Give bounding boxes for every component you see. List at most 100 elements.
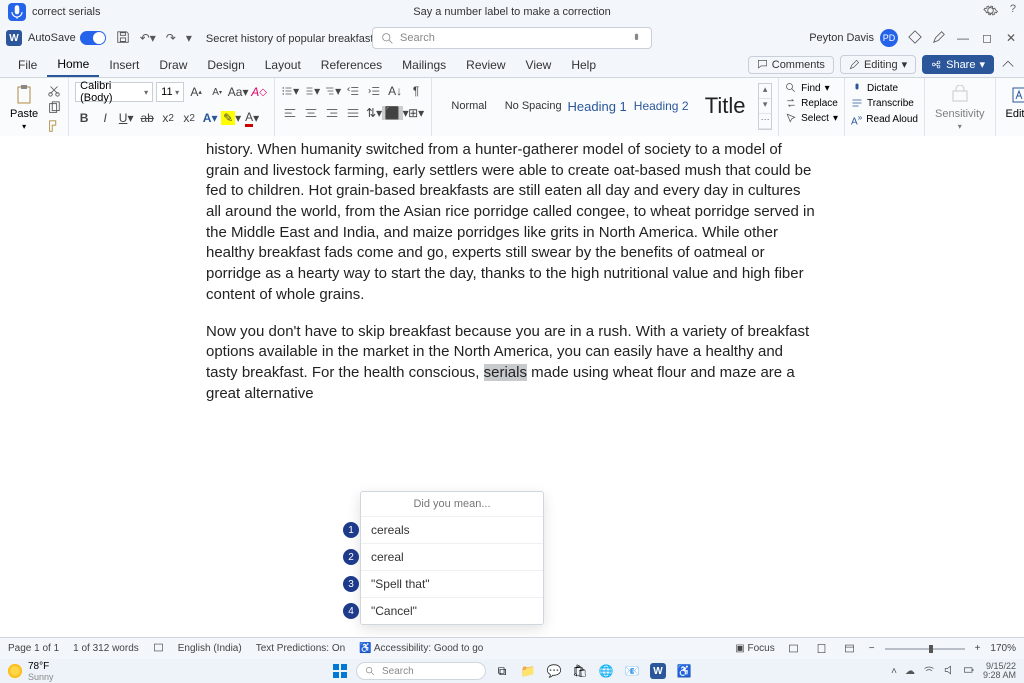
- highlighted-word[interactable]: serials: [484, 364, 527, 381]
- tab-design[interactable]: Design: [197, 54, 254, 76]
- change-case-icon[interactable]: Aa▾: [229, 83, 247, 101]
- style-no-spacing[interactable]: No Spacing: [502, 82, 564, 130]
- sort-icon[interactable]: A↓: [386, 82, 404, 100]
- paragraph[interactable]: Now you don't have to skip breakfast bec…: [206, 322, 818, 405]
- document-area[interactable]: history. When humanity switched from a h…: [0, 136, 1024, 655]
- settings-icon[interactable]: [983, 3, 998, 21]
- numbering-icon[interactable]: ▾: [302, 82, 320, 100]
- zoom-slider[interactable]: [885, 648, 965, 650]
- grow-font-icon[interactable]: A▴: [187, 83, 205, 101]
- clear-formatting-icon[interactable]: A◇: [250, 83, 268, 101]
- subscript-button[interactable]: x2: [159, 109, 177, 127]
- focus-button[interactable]: ▣ Focus: [735, 643, 774, 654]
- start-button[interactable]: [330, 661, 350, 681]
- status-accessibility[interactable]: ♿ Accessibility: Good to go: [359, 643, 483, 654]
- italic-button[interactable]: I: [96, 109, 114, 127]
- tab-help[interactable]: Help: [561, 54, 606, 76]
- editing-mode-button[interactable]: Editing ▾: [840, 55, 916, 74]
- bullets-icon[interactable]: ▾: [281, 82, 299, 100]
- correction-option[interactable]: 4"Cancel": [361, 597, 543, 624]
- style-title[interactable]: Title: [694, 82, 756, 130]
- tab-home[interactable]: Home: [47, 53, 99, 77]
- transcribe-button[interactable]: Transcribe: [851, 97, 918, 109]
- bold-button[interactable]: B: [75, 109, 93, 127]
- tray-volume-icon[interactable]: [943, 664, 955, 679]
- zoom-out-icon[interactable]: −: [869, 643, 875, 654]
- justify-icon[interactable]: [344, 104, 362, 122]
- styles-scroll[interactable]: ▴▾⋯: [758, 83, 772, 130]
- pen-icon[interactable]: [932, 30, 946, 47]
- tab-references[interactable]: References: [311, 54, 392, 76]
- cut-icon[interactable]: [46, 82, 62, 98]
- weather-widget[interactable]: 78°FSunny: [8, 661, 54, 682]
- select-button[interactable]: Select ▾: [785, 112, 838, 124]
- share-button[interactable]: Share ▾: [922, 55, 994, 74]
- font-size-combo[interactable]: 11▾: [156, 82, 184, 102]
- underline-button[interactable]: U▾: [117, 109, 135, 127]
- edge-icon[interactable]: 🌐: [596, 661, 616, 681]
- explorer-icon[interactable]: 📁: [518, 661, 538, 681]
- tab-file[interactable]: File: [8, 54, 47, 76]
- correction-option[interactable]: 3"Spell that": [361, 570, 543, 597]
- align-center-icon[interactable]: [302, 104, 320, 122]
- status-page[interactable]: Page 1 of 1: [8, 643, 59, 654]
- format-painter-icon[interactable]: [46, 118, 62, 134]
- style-heading2[interactable]: Heading 2: [630, 82, 692, 130]
- status-words[interactable]: 1 of 312 words: [73, 643, 139, 654]
- dictate-button[interactable]: Dictate: [851, 82, 918, 94]
- qat-customize-icon[interactable]: ▾: [184, 29, 194, 47]
- taskbar-search[interactable]: Search: [356, 662, 486, 680]
- search-input[interactable]: Search: [372, 27, 652, 49]
- tab-layout[interactable]: Layout: [255, 54, 311, 76]
- tab-mailings[interactable]: Mailings: [392, 54, 456, 76]
- undo-icon[interactable]: ↶▾: [138, 29, 158, 47]
- correction-option[interactable]: 1cereals: [361, 516, 543, 543]
- redo-icon[interactable]: ↷: [164, 29, 178, 47]
- mic-icon[interactable]: [8, 3, 26, 21]
- tab-view[interactable]: View: [516, 54, 562, 76]
- save-icon[interactable]: [114, 28, 132, 49]
- font-name-combo[interactable]: Calibri (Body)▾: [75, 82, 153, 102]
- find-button[interactable]: Find ▾: [785, 82, 838, 94]
- read-mode-icon[interactable]: [785, 641, 803, 657]
- style-normal[interactable]: Normal: [438, 82, 500, 130]
- tab-insert[interactable]: Insert: [99, 54, 149, 76]
- accessibility-icon[interactable]: ♿: [674, 661, 694, 681]
- borders-icon[interactable]: ⊞▾: [407, 104, 425, 122]
- zoom-in-icon[interactable]: +: [975, 643, 981, 654]
- show-marks-icon[interactable]: ¶: [407, 82, 425, 100]
- user-account[interactable]: Peyton Davis PD: [809, 29, 898, 47]
- tray-onedrive-icon[interactable]: ☁: [905, 666, 915, 677]
- text-effects-icon[interactable]: A▾: [201, 109, 219, 127]
- tray-battery-icon[interactable]: [963, 664, 975, 679]
- style-heading1[interactable]: Heading 1: [566, 82, 628, 130]
- maximize-button[interactable]: ◻: [980, 31, 994, 45]
- font-color-icon[interactable]: A▾: [243, 109, 261, 127]
- editor-button[interactable]: Editor: [1002, 82, 1024, 122]
- web-layout-icon[interactable]: [841, 641, 859, 657]
- tray-chevron-icon[interactable]: ˄: [891, 666, 897, 677]
- correction-option[interactable]: 2cereal: [361, 543, 543, 570]
- tab-draw[interactable]: Draw: [149, 54, 197, 76]
- copy-icon[interactable]: [46, 100, 62, 116]
- collapse-ribbon-icon[interactable]: [1000, 56, 1016, 73]
- comments-button[interactable]: Comments: [748, 56, 834, 74]
- zoom-value[interactable]: 170%: [990, 643, 1016, 654]
- autosave-toggle[interactable]: [80, 31, 106, 45]
- decrease-indent-icon[interactable]: [344, 82, 362, 100]
- line-spacing-icon[interactable]: ⇅▾: [365, 104, 383, 122]
- minimize-button[interactable]: —: [956, 31, 970, 45]
- superscript-button[interactable]: x2: [180, 109, 198, 127]
- highlight-icon[interactable]: ✎▾: [222, 109, 240, 127]
- align-right-icon[interactable]: [323, 104, 341, 122]
- status-language[interactable]: English (India): [178, 643, 242, 654]
- status-predictions[interactable]: Text Predictions: On: [256, 643, 345, 654]
- paste-button[interactable]: Paste▾: [6, 82, 42, 133]
- word-icon[interactable]: W: [648, 661, 668, 681]
- task-view-icon[interactable]: ⧉: [492, 661, 512, 681]
- print-layout-icon[interactable]: [813, 641, 831, 657]
- multilevel-list-icon[interactable]: ▾: [323, 82, 341, 100]
- help-icon[interactable]: ?: [1010, 3, 1016, 21]
- read-aloud-button[interactable]: A»Read Aloud: [851, 112, 918, 127]
- mail-icon[interactable]: 📧: [622, 661, 642, 681]
